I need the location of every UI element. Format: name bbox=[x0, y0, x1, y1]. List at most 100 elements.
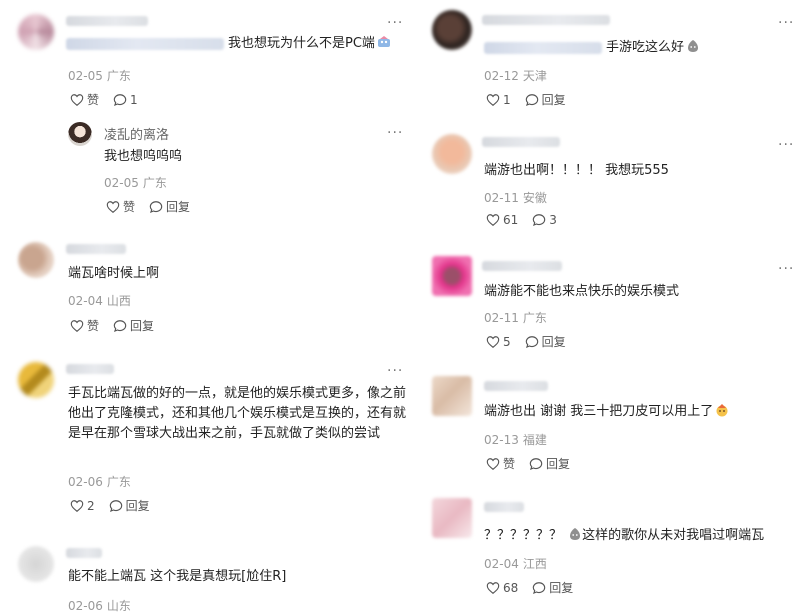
more-options-button[interactable]: ··· bbox=[778, 138, 794, 152]
heart-outline-icon bbox=[486, 335, 500, 349]
heart-outline-icon bbox=[486, 213, 500, 227]
username-blurred[interactable] bbox=[482, 261, 562, 271]
emoji-icon bbox=[715, 403, 729, 417]
avatar[interactable] bbox=[432, 256, 472, 296]
comment-meta: 02-04 山西 bbox=[68, 292, 131, 309]
comment-date: 02-11 bbox=[484, 311, 519, 325]
comment-bubble-icon bbox=[529, 457, 543, 471]
username-blurred[interactable] bbox=[484, 381, 548, 391]
blurred-text bbox=[66, 37, 224, 50]
comment-meta: 02-05 广东 bbox=[68, 67, 131, 84]
comment-actions: 61 3 bbox=[486, 213, 557, 227]
reply-button[interactable]: 3 bbox=[532, 213, 557, 227]
comment-item: 能不能上端瓦 这个我是真想玩[尬住R] 02-06 山东 bbox=[18, 546, 408, 613]
heart-outline-icon bbox=[486, 93, 500, 107]
avatar[interactable] bbox=[18, 546, 54, 582]
comment-text: 端瓦啥时候上啊 bbox=[68, 266, 160, 281]
avatar[interactable] bbox=[432, 376, 472, 416]
comment-text: 手瓦比端瓦做的好的一点，就是他的娱乐模式更多，像之前他出了克隆模式，还和其他几个… bbox=[68, 386, 407, 441]
comment-actions: 2 回复 bbox=[70, 497, 150, 514]
like-button[interactable]: 赞 bbox=[486, 455, 515, 472]
comment-text: 端游能不能也来点快乐的娱乐模式 bbox=[484, 284, 680, 299]
comment-text: 端游也出 谢谢 我三十把刀皮可以用上了 bbox=[484, 402, 729, 422]
comment-meta: 02-11 安徽 bbox=[484, 189, 547, 206]
comment-actions: 赞 回复 bbox=[486, 455, 570, 472]
like-button[interactable]: 1 bbox=[486, 91, 511, 108]
comment-meta: 02-11 广东 bbox=[484, 309, 547, 326]
more-options-button[interactable]: ··· bbox=[778, 262, 794, 276]
username-blurred[interactable] bbox=[484, 502, 524, 512]
comment-actions: 5 回复 bbox=[486, 333, 566, 350]
avatar[interactable] bbox=[18, 14, 54, 50]
like-button[interactable]: 赞 bbox=[106, 198, 135, 215]
comment-location: 广东 bbox=[106, 69, 131, 83]
comment-text: 手游吃这么好 bbox=[484, 38, 784, 58]
comment-date: 02-04 bbox=[68, 294, 103, 308]
comment-bubble-icon bbox=[525, 335, 539, 349]
comment-date: 02-04 bbox=[484, 557, 519, 571]
comment-date: 02-12 bbox=[484, 69, 519, 83]
reply-button[interactable]: 回复 bbox=[109, 497, 150, 514]
like-button[interactable]: 赞 bbox=[70, 317, 99, 334]
like-button[interactable]: 68 bbox=[486, 579, 518, 596]
reply-username[interactable]: 凌乱的离洛 bbox=[104, 124, 169, 143]
comment-date: 02-06 bbox=[68, 475, 103, 489]
comment-actions: 1 回复 bbox=[486, 91, 566, 108]
comment-date: 02-06 bbox=[68, 599, 103, 613]
more-options-button[interactable]: ··· bbox=[387, 126, 403, 140]
comment-meta: 02-06 广东 bbox=[68, 473, 131, 490]
like-button[interactable]: 赞 bbox=[70, 91, 99, 108]
comment-actions: 赞 1 bbox=[70, 91, 138, 108]
comment-item: 端瓦啥时候上啊 02-04 山西 赞 回复 bbox=[18, 242, 408, 338]
reply-button[interactable]: 1 bbox=[113, 91, 138, 108]
comment-text: ？？？？？？ 这样的歌你从未对我唱过啊端瓦 bbox=[484, 527, 765, 543]
reply-button[interactable]: 回复 bbox=[532, 579, 573, 596]
reply-button[interactable]: 回复 bbox=[113, 317, 154, 334]
comment-location: 福建 bbox=[522, 433, 547, 447]
comment-item: ··· 手游吃这么好 02-12 天津 1 回复 bbox=[432, 10, 799, 110]
comment-item: ··· 我也想玩为什么不是PC端 02-05 广东 赞 1 bbox=[18, 14, 408, 114]
comment-actions: 68 回复 bbox=[486, 579, 573, 596]
comment-bubble-icon bbox=[525, 93, 539, 107]
comment-location: 天津 bbox=[522, 69, 547, 83]
username-blurred[interactable] bbox=[482, 15, 610, 25]
like-button[interactable]: 2 bbox=[70, 497, 95, 514]
comment-date: 02-11 bbox=[484, 191, 519, 205]
emoji-icon bbox=[568, 527, 582, 541]
like-button[interactable]: 61 bbox=[486, 213, 518, 227]
reply-button[interactable]: 回复 bbox=[525, 333, 566, 350]
emoji-icon bbox=[686, 39, 700, 53]
comment-location: 广东 bbox=[106, 475, 131, 489]
avatar[interactable] bbox=[432, 498, 472, 538]
like-button[interactable]: 5 bbox=[486, 333, 511, 350]
more-options-button[interactable]: ··· bbox=[387, 16, 403, 30]
reply-actions: 赞 回复 bbox=[106, 198, 190, 215]
reply-location: 广东 bbox=[142, 176, 167, 190]
comment-actions: 赞 回复 bbox=[70, 317, 154, 334]
avatar[interactable] bbox=[18, 242, 54, 278]
comment-item: ··· 端游能不能也来点快乐的娱乐模式 02-11 广东 5 回复 bbox=[432, 256, 799, 352]
comment-item: ··· 端游也出啊！！！！ 我想玩555 02-11 安徽 61 3 bbox=[432, 134, 799, 230]
username-blurred[interactable] bbox=[66, 548, 102, 558]
more-options-button[interactable]: ··· bbox=[778, 16, 794, 30]
comment-item: 端游也出 谢谢 我三十把刀皮可以用上了 02-13 福建 赞 回复 bbox=[432, 376, 799, 472]
emoji-icon bbox=[377, 35, 391, 49]
reply-button[interactable]: 回复 bbox=[529, 455, 570, 472]
heart-outline-icon bbox=[70, 499, 84, 513]
reply-button[interactable]: 回复 bbox=[149, 198, 190, 215]
avatar[interactable] bbox=[68, 122, 92, 146]
username-blurred[interactable] bbox=[482, 137, 560, 147]
avatar[interactable] bbox=[18, 362, 54, 398]
heart-outline-icon bbox=[70, 319, 84, 333]
comment-location: 山西 bbox=[106, 294, 131, 308]
comment-item: ··· 手瓦比端瓦做的好的一点，就是他的娱乐模式更多，像之前他出了克隆模式，还和… bbox=[18, 362, 408, 522]
comment-bubble-icon bbox=[113, 319, 127, 333]
username-blurred[interactable] bbox=[66, 364, 114, 374]
comment-text: 我也想玩为什么不是PC端 bbox=[66, 34, 406, 54]
username-blurred[interactable] bbox=[66, 16, 148, 26]
avatar[interactable] bbox=[432, 134, 472, 174]
reply-button[interactable]: 回复 bbox=[525, 91, 566, 108]
more-options-button[interactable]: ··· bbox=[387, 364, 403, 378]
avatar[interactable] bbox=[432, 10, 472, 50]
username-blurred[interactable] bbox=[66, 244, 126, 254]
